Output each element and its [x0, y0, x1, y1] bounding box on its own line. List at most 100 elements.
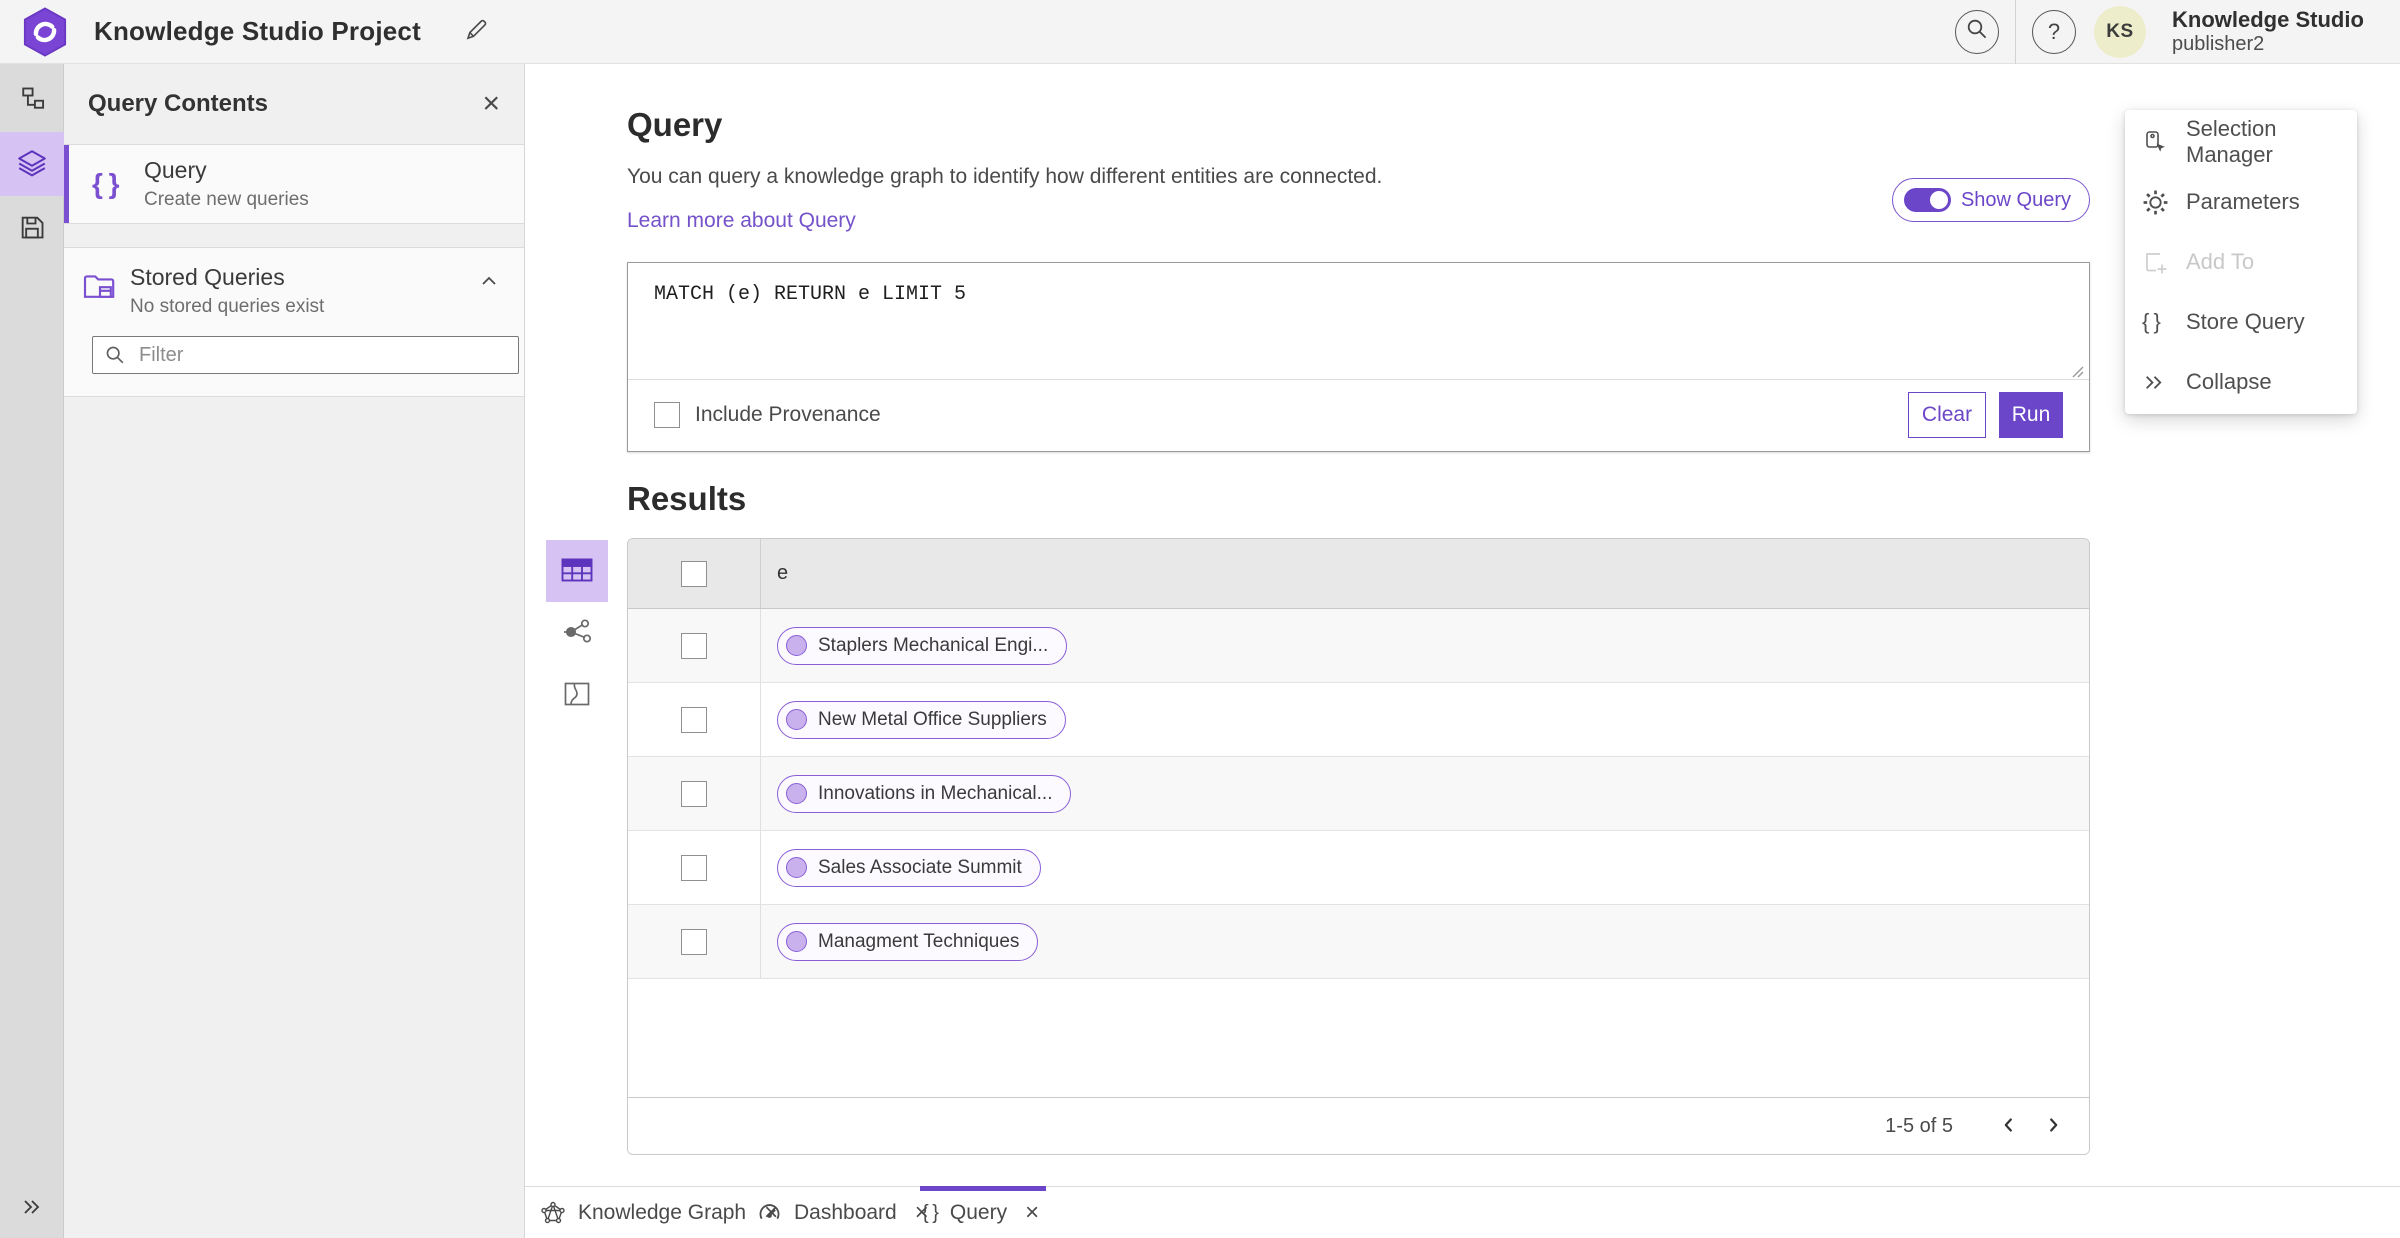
gauge-icon [757, 1201, 782, 1226]
row-checkbox[interactable] [681, 780, 707, 807]
collapse-section-button[interactable] [472, 264, 506, 301]
table-icon [560, 554, 594, 589]
view-table-button[interactable] [546, 540, 608, 602]
entity-label: Staplers Mechanical Engi... [818, 634, 1049, 656]
user-name: publisher2 [2172, 32, 2265, 55]
icon-rail [0, 64, 64, 1238]
include-provenance-checkbox[interactable] [654, 402, 680, 428]
entity-pill[interactable]: Staplers Mechanical Engi... [777, 626, 1068, 665]
add-to-icon [2142, 249, 2172, 276]
header-actions: ? KS Knowledge Studio publisher2 [1955, 0, 2400, 64]
row-checkbox[interactable] [681, 928, 707, 955]
table-empty-space [628, 979, 2089, 1097]
menu-item-selection-manager[interactable]: Selection Manager [2125, 112, 2357, 172]
entity-pill[interactable]: Sales Associate Summit [777, 848, 1041, 887]
view-link-chart-button[interactable] [546, 602, 608, 664]
table-row: New Metal Office Suppliers [628, 683, 2089, 757]
folder-icon [82, 264, 130, 307]
query-contents-panel: Query Contents × { } Query Create new qu… [64, 64, 525, 1238]
results-table: e Staplers Mechanical Engi... New Metal … [627, 538, 2090, 1155]
pagination-label: 1-5 of 5 [1885, 1114, 1953, 1137]
query-description: You can query a knowledge graph to ident… [627, 165, 1383, 188]
avatar[interactable]: KS [2094, 5, 2146, 58]
question-icon: ? [2047, 18, 2061, 44]
menu-item-collapse[interactable]: Collapse [2125, 352, 2357, 412]
entity-dot-icon [786, 709, 807, 730]
main-content: Query You can query a knowledge graph to… [525, 64, 2400, 1186]
pagination-prev-button[interactable] [1987, 1104, 2031, 1148]
top-header: Knowledge Studio Project ? KS Knowledge … [0, 0, 2400, 64]
filter-field [92, 336, 519, 374]
stored-queries-label: Stored Queries [130, 264, 285, 290]
entity-label: Innovations in Mechanical... [818, 782, 1053, 804]
row-checkbox[interactable] [681, 632, 707, 659]
close-tab-button[interactable]: × [1021, 1201, 1043, 1225]
search-button[interactable] [1955, 9, 1999, 54]
expand-rail-button[interactable] [0, 1186, 64, 1230]
clear-button[interactable]: Clear [1908, 392, 1986, 438]
show-query-label: Show Query [1960, 188, 2071, 211]
pencil-icon [463, 17, 489, 46]
menu-item-store-query[interactable]: { } Store Query [2125, 292, 2357, 352]
learn-more-link[interactable]: Learn more about Query [627, 209, 856, 233]
user-app-name: Knowledge Studio [2172, 6, 2364, 32]
pagination-next-button[interactable] [2031, 1104, 2075, 1148]
entity-pill[interactable]: Managment Techniques [777, 922, 1039, 961]
tab-query[interactable]: { } Query × [919, 1186, 1047, 1238]
entity-pill[interactable]: New Metal Office Suppliers [777, 700, 1066, 739]
toggle-switch-on[interactable] [1903, 188, 1951, 212]
results-view-switcher [546, 540, 608, 726]
stored-queries-header[interactable]: Stored Queries No stored queries exist [82, 264, 506, 318]
table-row: Staplers Mechanical Engi... [628, 609, 2089, 683]
stored-queries-section: Stored Queries No stored queries exist [64, 247, 524, 397]
tab-knowledge-graph[interactable]: Knowledge Graph × [540, 1187, 782, 1238]
chevron-left-icon [1998, 1114, 2020, 1139]
editor-footer: Include Provenance Clear Run [628, 380, 2089, 450]
rail-item-layers[interactable] [0, 132, 64, 196]
close-icon: × [482, 87, 500, 120]
link-chart-icon [561, 617, 593, 650]
query-item-label: Query [144, 157, 207, 183]
user-block[interactable]: Knowledge Studio publisher2 [2172, 6, 2382, 55]
panel-header: Query Contents × [64, 64, 524, 145]
edit-title-button[interactable] [459, 13, 493, 50]
save-icon [18, 213, 46, 244]
panel-close-button[interactable]: × [476, 87, 506, 121]
knowledge-graph-icon [540, 1200, 566, 1226]
table-header-row: e [628, 539, 2089, 609]
panel-spacer [64, 224, 524, 247]
search-icon [1966, 18, 1988, 46]
show-query-toggle[interactable]: Show Query [1891, 178, 2090, 222]
tab-bar: Knowledge Graph × Dashboard × { } Query [525, 1186, 2400, 1238]
rail-item-save[interactable] [0, 196, 64, 260]
results-heading: Results [627, 480, 747, 517]
row-checkbox[interactable] [681, 706, 707, 733]
panel-title: Query Contents [88, 90, 269, 117]
menu-item-add-to: Add To [2125, 232, 2357, 292]
project-title: Knowledge Studio Project [94, 16, 421, 46]
braces-icon: { } [92, 168, 120, 199]
view-map-button[interactable] [546, 664, 608, 726]
query-editor-card: MATCH (e) RETURN e LIMIT 5 Include Prove… [627, 262, 2090, 452]
stored-queries-description: No stored queries exist [130, 296, 325, 317]
query-editor-input[interactable]: MATCH (e) RETURN e LIMIT 5 [628, 263, 2089, 380]
run-button[interactable]: Run [1999, 392, 2063, 438]
entity-label: New Metal Office Suppliers [818, 708, 1047, 730]
double-chevron-right-icon [2142, 370, 2172, 395]
help-button[interactable]: ? [2032, 9, 2076, 54]
menu-item-parameters[interactable]: Parameters [2125, 172, 2357, 232]
chevron-right-icon [2042, 1114, 2064, 1139]
app-logo-icon[interactable] [22, 7, 68, 57]
select-all-checkbox[interactable] [681, 560, 707, 587]
panel-item-query[interactable]: { } Query Create new queries [64, 145, 524, 224]
entity-pill[interactable]: Innovations in Mechanical... [777, 774, 1072, 813]
row-checkbox[interactable] [681, 854, 707, 881]
filter-input[interactable] [92, 336, 519, 374]
table-row: Managment Techniques [628, 905, 2089, 979]
app-window: Knowledge Studio Project ? KS Knowledge … [0, 0, 2400, 1238]
braces-icon: { } [2142, 309, 2161, 334]
double-chevron-right-icon [20, 1195, 44, 1222]
context-menu: Selection Manager Parameters Add To {} … [2125, 110, 2357, 414]
rail-item-hierarchy[interactable] [0, 68, 64, 132]
tab-dashboard[interactable]: Dashboard × [757, 1187, 933, 1238]
